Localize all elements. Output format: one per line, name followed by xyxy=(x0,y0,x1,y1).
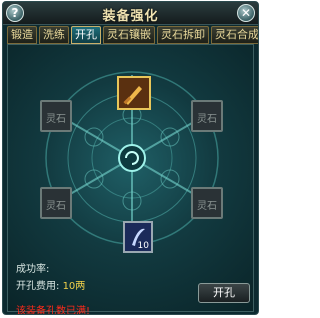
equipment-slot[interactable] xyxy=(117,76,151,110)
close-icon: ✕ xyxy=(240,6,252,20)
open-socket-button[interactable]: 开孔 xyxy=(198,283,250,303)
title-bar: ? 装备强化 ✕ xyxy=(3,2,258,25)
socket-cost: 开孔费用: 10两 xyxy=(16,277,85,292)
equipment-enhance-window: ? 装备强化 ✕ 锻造 洗练 开孔 灵石镶嵌 灵石拆卸 灵石合成 灵石 灵石 灵… xyxy=(2,1,259,315)
window-title: 装备强化 xyxy=(102,9,159,24)
success-rate-label: 成功率: xyxy=(16,264,50,275)
socket-cost-value: 10两 xyxy=(62,281,86,292)
tab-gem-inlay[interactable]: 灵石镶嵌 xyxy=(103,26,155,44)
warning-message: 该装备孔数已满! xyxy=(16,306,91,315)
gem-count: 10 xyxy=(137,241,149,251)
socket-cost-label: 开孔费用: xyxy=(16,281,60,292)
socket-slot-bottom-left[interactable]: 灵石 xyxy=(40,187,72,219)
success-rate: 成功率: xyxy=(16,260,49,275)
tab-bar: 锻造 洗练 开孔 灵石镶嵌 灵石拆卸 灵石合成 xyxy=(7,26,258,44)
gem-material-slot[interactable]: 10 xyxy=(123,221,153,253)
socket-slot-top-right[interactable]: 灵石 xyxy=(191,100,223,132)
tab-gem-combine[interactable]: 灵石合成 xyxy=(211,26,258,44)
close-button[interactable]: ✕ xyxy=(237,4,255,22)
tab-open-socket[interactable]: 开孔 xyxy=(71,26,101,44)
socket-slot-bottom-right[interactable]: 灵石 xyxy=(191,187,223,219)
socket-slot-top-left[interactable]: 灵石 xyxy=(40,100,72,132)
tab-gem-remove[interactable]: 灵石拆卸 xyxy=(157,26,209,44)
tab-refine[interactable]: 洗练 xyxy=(39,26,69,44)
tab-forge[interactable]: 锻造 xyxy=(7,26,37,44)
socket-panel: 灵石 灵石 灵石 灵石 10 成功率: 开孔费用: 10两 该装备孔数已满! 开… xyxy=(7,44,254,315)
sword-icon xyxy=(119,78,149,108)
